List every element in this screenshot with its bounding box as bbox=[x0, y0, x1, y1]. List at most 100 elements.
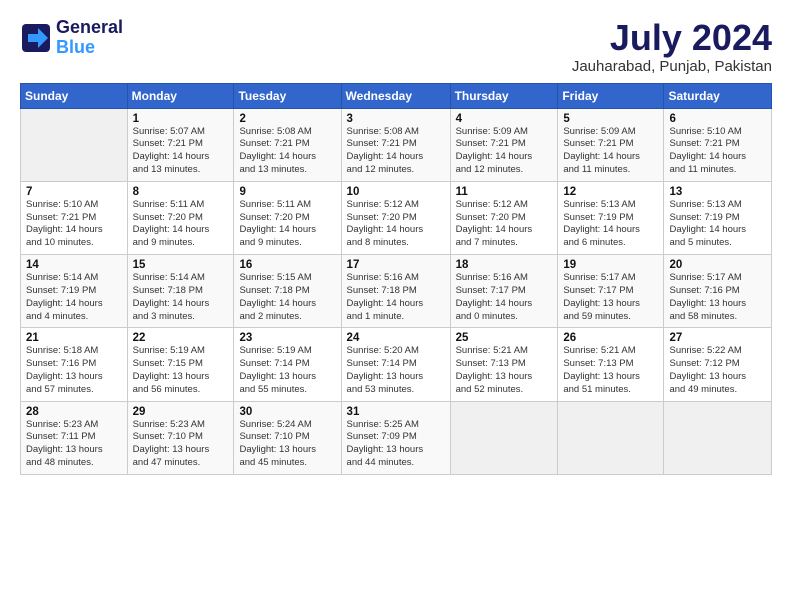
calendar-cell: 12Sunrise: 5:13 AMSunset: 7:19 PMDayligh… bbox=[558, 181, 664, 254]
calendar-cell: 30Sunrise: 5:24 AMSunset: 7:10 PMDayligh… bbox=[234, 401, 341, 474]
cell-info: Sunrise: 5:08 AMSunset: 7:21 PMDaylight:… bbox=[239, 126, 335, 177]
day-number: 15 bbox=[133, 259, 229, 271]
day-number: 4 bbox=[456, 113, 553, 125]
cell-info: Sunrise: 5:21 AMSunset: 7:13 PMDaylight:… bbox=[563, 345, 658, 396]
calendar-cell: 20Sunrise: 5:17 AMSunset: 7:16 PMDayligh… bbox=[664, 255, 772, 328]
calendar-cell: 25Sunrise: 5:21 AMSunset: 7:13 PMDayligh… bbox=[450, 328, 558, 401]
calendar-cell: 4Sunrise: 5:09 AMSunset: 7:21 PMDaylight… bbox=[450, 108, 558, 181]
calendar-cell: 10Sunrise: 5:12 AMSunset: 7:20 PMDayligh… bbox=[341, 181, 450, 254]
day-number: 30 bbox=[239, 406, 335, 418]
calendar-cell: 2Sunrise: 5:08 AMSunset: 7:21 PMDaylight… bbox=[234, 108, 341, 181]
calendar-cell: 23Sunrise: 5:19 AMSunset: 7:14 PMDayligh… bbox=[234, 328, 341, 401]
cell-info: Sunrise: 5:09 AMSunset: 7:21 PMDaylight:… bbox=[456, 126, 553, 177]
cell-info: Sunrise: 5:15 AMSunset: 7:18 PMDaylight:… bbox=[239, 272, 335, 323]
day-number: 8 bbox=[133, 186, 229, 198]
calendar-cell bbox=[450, 401, 558, 474]
days-of-week-row: SundayMondayTuesdayWednesdayThursdayFrid… bbox=[21, 83, 772, 108]
calendar: SundayMondayTuesdayWednesdayThursdayFrid… bbox=[20, 83, 772, 475]
cell-info: Sunrise: 5:16 AMSunset: 7:17 PMDaylight:… bbox=[456, 272, 553, 323]
location: Jauharabad, Punjab, Pakistan bbox=[572, 58, 772, 75]
cell-info: Sunrise: 5:19 AMSunset: 7:14 PMDaylight:… bbox=[239, 345, 335, 396]
calendar-cell: 21Sunrise: 5:18 AMSunset: 7:16 PMDayligh… bbox=[21, 328, 128, 401]
day-number: 2 bbox=[239, 113, 335, 125]
cell-info: Sunrise: 5:10 AMSunset: 7:21 PMDaylight:… bbox=[669, 126, 766, 177]
cell-info: Sunrise: 5:13 AMSunset: 7:19 PMDaylight:… bbox=[669, 199, 766, 250]
calendar-cell: 13Sunrise: 5:13 AMSunset: 7:19 PMDayligh… bbox=[664, 181, 772, 254]
calendar-cell: 18Sunrise: 5:16 AMSunset: 7:17 PMDayligh… bbox=[450, 255, 558, 328]
cell-info: Sunrise: 5:16 AMSunset: 7:18 PMDaylight:… bbox=[347, 272, 445, 323]
cell-info: Sunrise: 5:17 AMSunset: 7:17 PMDaylight:… bbox=[563, 272, 658, 323]
day-number: 9 bbox=[239, 186, 335, 198]
dow-header: Saturday bbox=[664, 83, 772, 108]
calendar-cell: 31Sunrise: 5:25 AMSunset: 7:09 PMDayligh… bbox=[341, 401, 450, 474]
page: General Blue July 2024 Jauharabad, Punja… bbox=[0, 0, 792, 612]
day-number: 7 bbox=[26, 186, 122, 198]
day-number: 26 bbox=[563, 332, 658, 344]
day-number: 1 bbox=[133, 113, 229, 125]
day-number: 14 bbox=[26, 259, 122, 271]
calendar-cell: 17Sunrise: 5:16 AMSunset: 7:18 PMDayligh… bbox=[341, 255, 450, 328]
calendar-cell: 15Sunrise: 5:14 AMSunset: 7:18 PMDayligh… bbox=[127, 255, 234, 328]
calendar-cell: 14Sunrise: 5:14 AMSunset: 7:19 PMDayligh… bbox=[21, 255, 128, 328]
cell-info: Sunrise: 5:18 AMSunset: 7:16 PMDaylight:… bbox=[26, 345, 122, 396]
dow-header: Monday bbox=[127, 83, 234, 108]
month-title: July 2024 bbox=[572, 18, 772, 58]
cell-info: Sunrise: 5:21 AMSunset: 7:13 PMDaylight:… bbox=[456, 345, 553, 396]
cell-info: Sunrise: 5:24 AMSunset: 7:10 PMDaylight:… bbox=[239, 419, 335, 470]
calendar-cell: 29Sunrise: 5:23 AMSunset: 7:10 PMDayligh… bbox=[127, 401, 234, 474]
day-number: 31 bbox=[347, 406, 445, 418]
cell-info: Sunrise: 5:14 AMSunset: 7:18 PMDaylight:… bbox=[133, 272, 229, 323]
day-number: 25 bbox=[456, 332, 553, 344]
cell-info: Sunrise: 5:17 AMSunset: 7:16 PMDaylight:… bbox=[669, 272, 766, 323]
cell-info: Sunrise: 5:20 AMSunset: 7:14 PMDaylight:… bbox=[347, 345, 445, 396]
cell-info: Sunrise: 5:08 AMSunset: 7:21 PMDaylight:… bbox=[347, 126, 445, 177]
calendar-cell: 3Sunrise: 5:08 AMSunset: 7:21 PMDaylight… bbox=[341, 108, 450, 181]
calendar-week-row: 28Sunrise: 5:23 AMSunset: 7:11 PMDayligh… bbox=[21, 401, 772, 474]
cell-info: Sunrise: 5:12 AMSunset: 7:20 PMDaylight:… bbox=[456, 199, 553, 250]
day-number: 18 bbox=[456, 259, 553, 271]
dow-header: Friday bbox=[558, 83, 664, 108]
calendar-cell bbox=[21, 108, 128, 181]
cell-info: Sunrise: 5:23 AMSunset: 7:10 PMDaylight:… bbox=[133, 419, 229, 470]
logo: General Blue bbox=[20, 18, 123, 58]
calendar-cell: 27Sunrise: 5:22 AMSunset: 7:12 PMDayligh… bbox=[664, 328, 772, 401]
calendar-cell: 1Sunrise: 5:07 AMSunset: 7:21 PMDaylight… bbox=[127, 108, 234, 181]
calendar-cell: 26Sunrise: 5:21 AMSunset: 7:13 PMDayligh… bbox=[558, 328, 664, 401]
cell-info: Sunrise: 5:11 AMSunset: 7:20 PMDaylight:… bbox=[133, 199, 229, 250]
calendar-week-row: 21Sunrise: 5:18 AMSunset: 7:16 PMDayligh… bbox=[21, 328, 772, 401]
title-block: July 2024 Jauharabad, Punjab, Pakistan bbox=[572, 18, 772, 75]
calendar-week-row: 1Sunrise: 5:07 AMSunset: 7:21 PMDaylight… bbox=[21, 108, 772, 181]
calendar-cell: 11Sunrise: 5:12 AMSunset: 7:20 PMDayligh… bbox=[450, 181, 558, 254]
calendar-cell: 22Sunrise: 5:19 AMSunset: 7:15 PMDayligh… bbox=[127, 328, 234, 401]
day-number: 17 bbox=[347, 259, 445, 271]
calendar-cell: 9Sunrise: 5:11 AMSunset: 7:20 PMDaylight… bbox=[234, 181, 341, 254]
calendar-cell: 19Sunrise: 5:17 AMSunset: 7:17 PMDayligh… bbox=[558, 255, 664, 328]
dow-header: Sunday bbox=[21, 83, 128, 108]
day-number: 3 bbox=[347, 113, 445, 125]
day-number: 22 bbox=[133, 332, 229, 344]
calendar-body: 1Sunrise: 5:07 AMSunset: 7:21 PMDaylight… bbox=[21, 108, 772, 474]
cell-info: Sunrise: 5:13 AMSunset: 7:19 PMDaylight:… bbox=[563, 199, 658, 250]
cell-info: Sunrise: 5:11 AMSunset: 7:20 PMDaylight:… bbox=[239, 199, 335, 250]
day-number: 19 bbox=[563, 259, 658, 271]
calendar-cell: 16Sunrise: 5:15 AMSunset: 7:18 PMDayligh… bbox=[234, 255, 341, 328]
dow-header: Thursday bbox=[450, 83, 558, 108]
cell-info: Sunrise: 5:12 AMSunset: 7:20 PMDaylight:… bbox=[347, 199, 445, 250]
calendar-cell: 7Sunrise: 5:10 AMSunset: 7:21 PMDaylight… bbox=[21, 181, 128, 254]
day-number: 23 bbox=[239, 332, 335, 344]
day-number: 29 bbox=[133, 406, 229, 418]
day-number: 24 bbox=[347, 332, 445, 344]
cell-info: Sunrise: 5:22 AMSunset: 7:12 PMDaylight:… bbox=[669, 345, 766, 396]
calendar-cell: 6Sunrise: 5:10 AMSunset: 7:21 PMDaylight… bbox=[664, 108, 772, 181]
calendar-cell: 24Sunrise: 5:20 AMSunset: 7:14 PMDayligh… bbox=[341, 328, 450, 401]
day-number: 12 bbox=[563, 186, 658, 198]
calendar-cell: 5Sunrise: 5:09 AMSunset: 7:21 PMDaylight… bbox=[558, 108, 664, 181]
cell-info: Sunrise: 5:07 AMSunset: 7:21 PMDaylight:… bbox=[133, 126, 229, 177]
calendar-cell bbox=[664, 401, 772, 474]
calendar-cell: 28Sunrise: 5:23 AMSunset: 7:11 PMDayligh… bbox=[21, 401, 128, 474]
day-number: 20 bbox=[669, 259, 766, 271]
cell-info: Sunrise: 5:09 AMSunset: 7:21 PMDaylight:… bbox=[563, 126, 658, 177]
day-number: 16 bbox=[239, 259, 335, 271]
cell-info: Sunrise: 5:14 AMSunset: 7:19 PMDaylight:… bbox=[26, 272, 122, 323]
logo-text: General Blue bbox=[56, 18, 123, 58]
